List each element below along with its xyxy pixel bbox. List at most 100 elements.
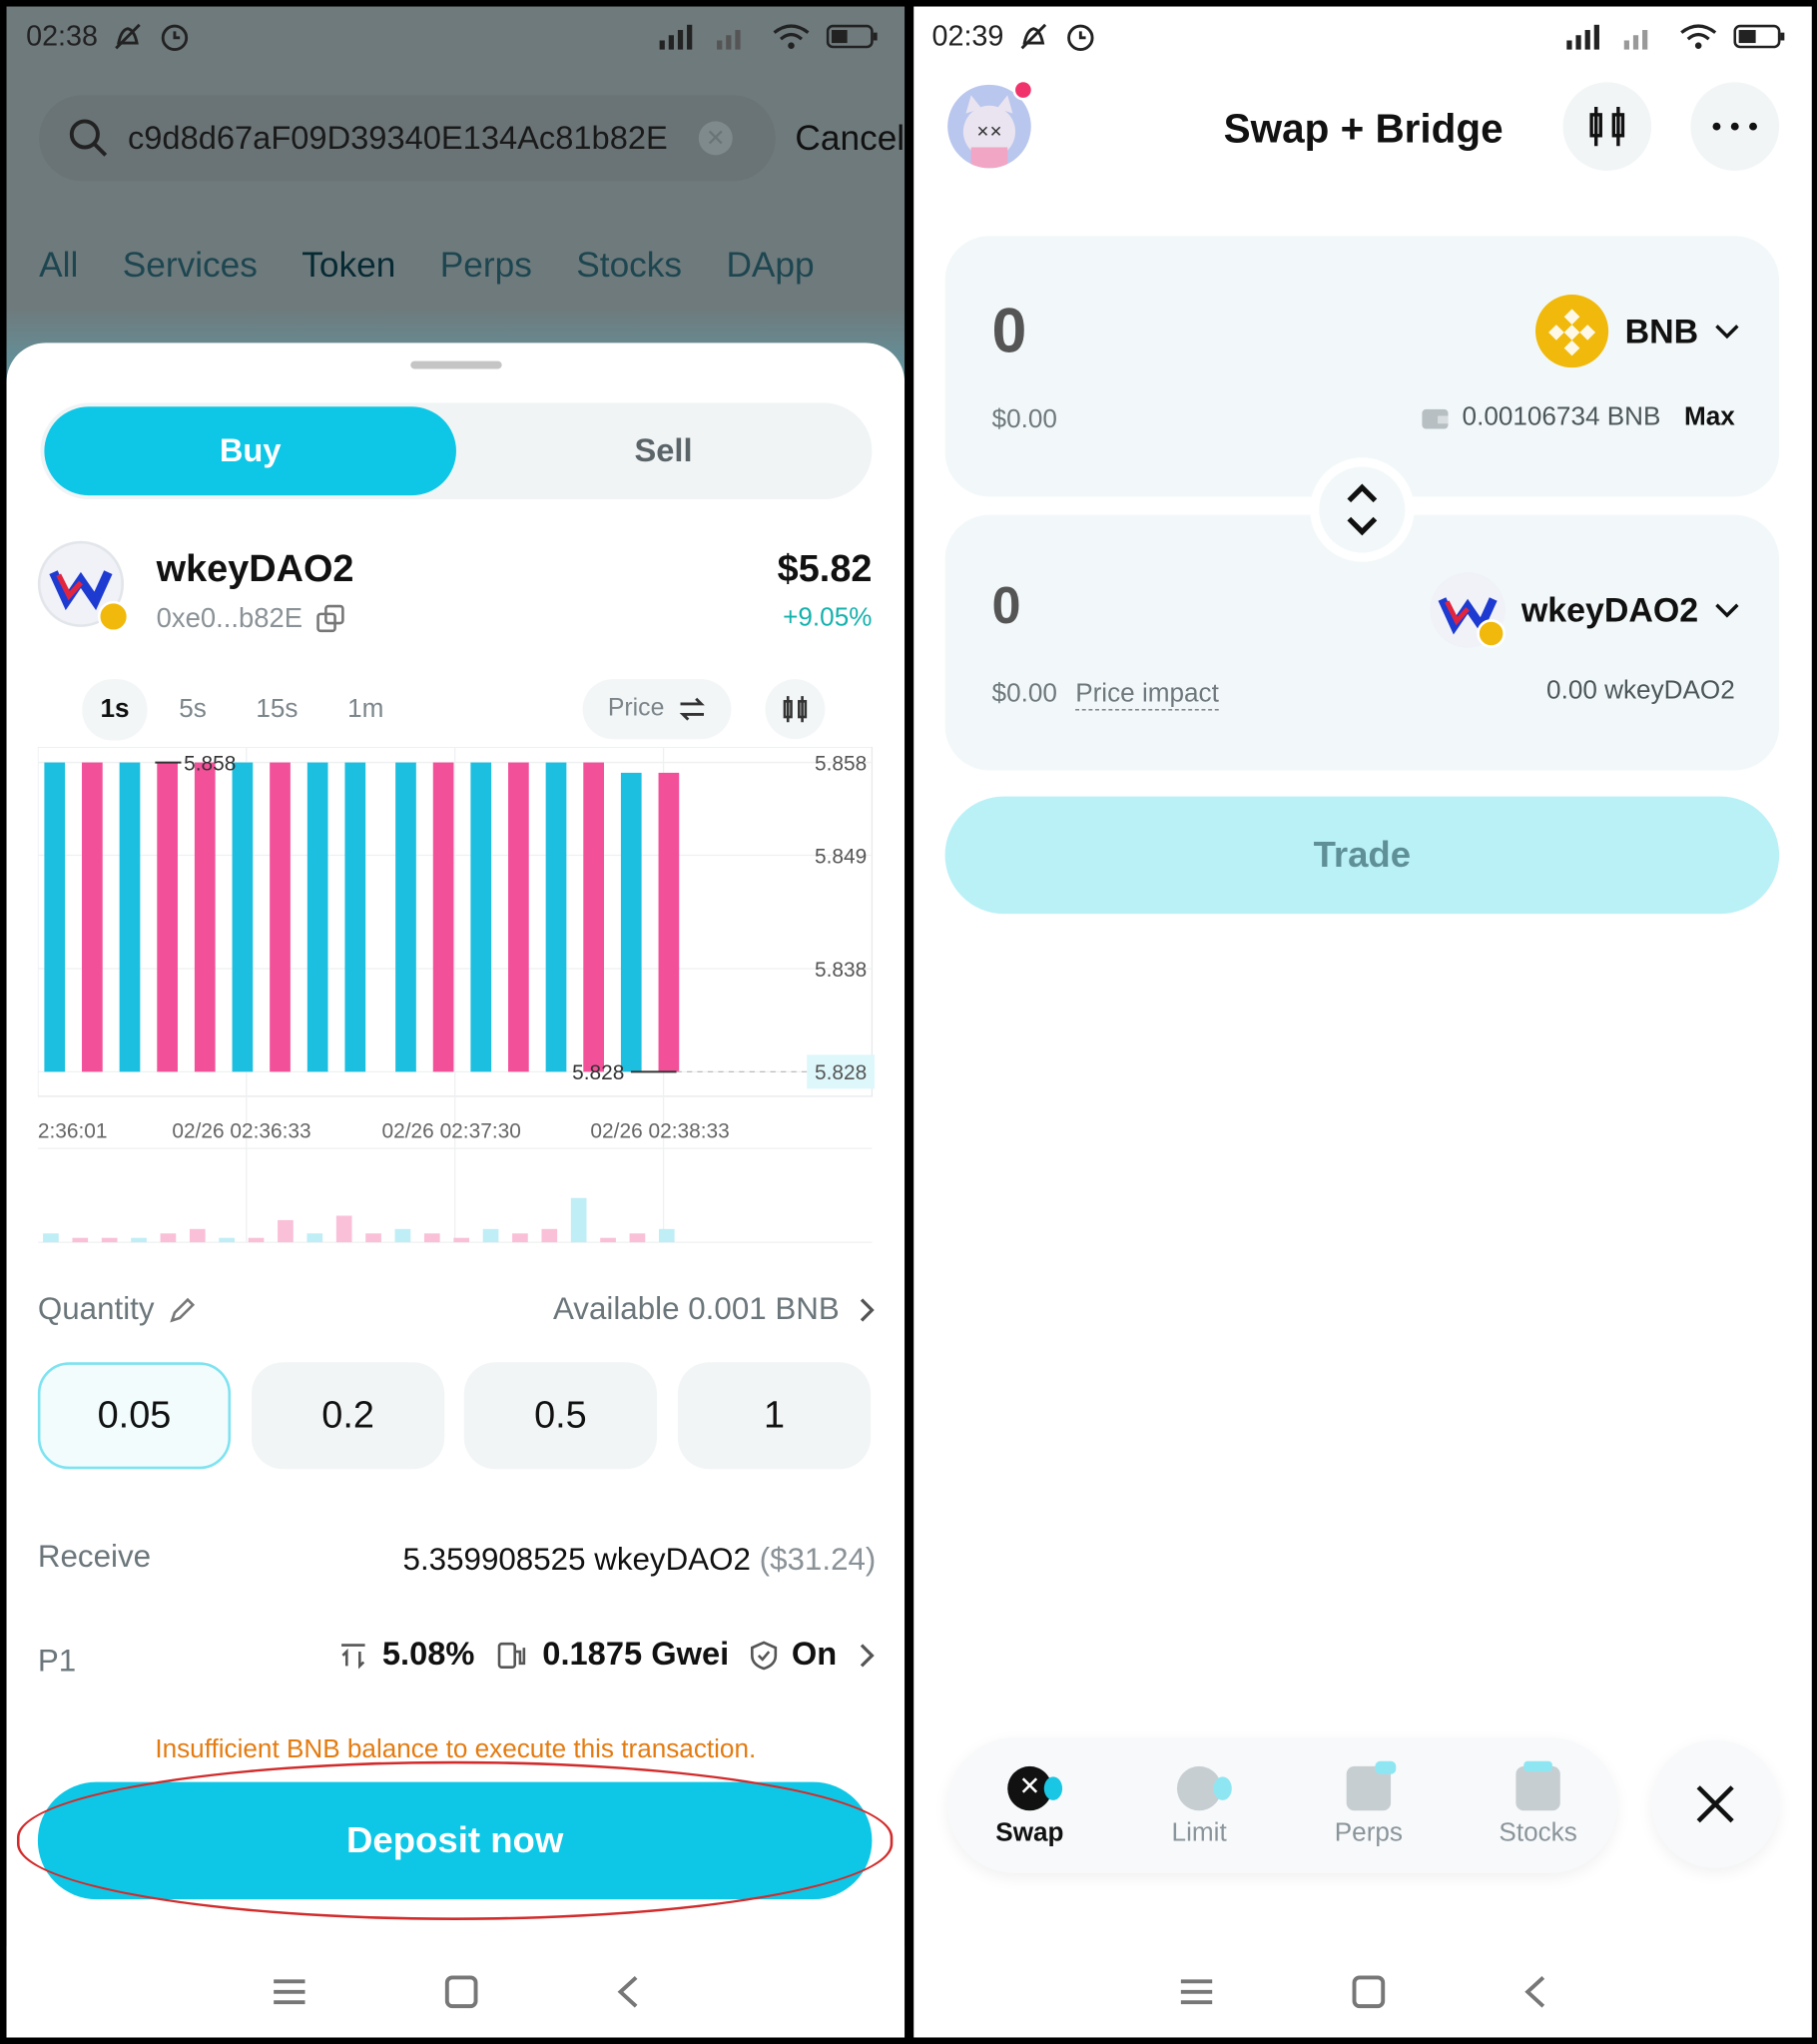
drag-handle[interactable] [410, 360, 502, 369]
dock-perps[interactable]: Perps [1297, 1760, 1441, 1848]
sell-tab[interactable]: Sell [457, 406, 870, 495]
copy-icon[interactable] [315, 603, 346, 634]
chevron-down-icon [1715, 603, 1739, 618]
back-icon[interactable] [613, 1973, 642, 2010]
trade-sheet: Buy Sell wkeyDAO2 0xe0...b82E $5.82 +9.0… [6, 342, 906, 2038]
quantity-label: Quantity [37, 1291, 155, 1327]
available-balance[interactable]: Available 0.001 BNB [553, 1292, 876, 1329]
home-icon[interactable] [1350, 1973, 1387, 2010]
x-tick-label: 2:36:01 [38, 1120, 108, 1143]
status-icons [1564, 22, 1786, 51]
candle [344, 762, 366, 1072]
swap-vertical-icon [1347, 483, 1378, 536]
chart-button[interactable] [1562, 82, 1652, 172]
candlestick-icon [1589, 107, 1625, 147]
volume-bar [278, 1219, 294, 1243]
candle [270, 762, 291, 1072]
perps-icon [1346, 1760, 1397, 1811]
quantity-preset-0.05[interactable]: 0.05 [37, 1362, 232, 1470]
signal-icon [1566, 24, 1599, 50]
volume-bar [189, 1228, 206, 1243]
dock-swap[interactable]: ✕ Swap [958, 1765, 1102, 1848]
quantity-preset-1[interactable]: 1 [677, 1362, 872, 1470]
candle [306, 762, 328, 1072]
from-amount-input[interactable]: 0 [992, 296, 1027, 367]
tab-all[interactable]: All [39, 245, 78, 285]
x-tick-label: 02/26 02:37:30 [382, 1120, 521, 1143]
dock-stocks-label: Stocks [1499, 1818, 1577, 1847]
close-icon [1696, 1785, 1734, 1823]
more-options-button[interactable] [1690, 82, 1780, 172]
alarm-icon [1067, 24, 1094, 52]
quantity-preset-0.5[interactable]: 0.5 [463, 1362, 658, 1470]
swap-icon: ✕ [1007, 1765, 1063, 1811]
volume-bar [219, 1237, 236, 1243]
mev-value: On [791, 1636, 838, 1673]
back-icon[interactable] [1520, 1973, 1549, 2010]
interval-1m[interactable]: 1m [329, 679, 402, 740]
home-icon[interactable] [442, 1973, 479, 2010]
tab-token[interactable]: Token [302, 245, 395, 285]
cancel-button[interactable]: Cancel [795, 119, 905, 159]
chevron-down-icon [1715, 325, 1739, 340]
highlight-annotation [16, 1760, 894, 1920]
receive-usd: ($31.24) [759, 1542, 877, 1578]
interval-1s[interactable]: 1s [82, 679, 148, 741]
close-dock-button[interactable] [1651, 1739, 1780, 1868]
candle [545, 762, 567, 1072]
price-chart[interactable]: 5.858 5.828 5.858 5.849 5.838 5.828 2:36:01 02/… [37, 747, 880, 1249]
to-token-selector[interactable]: wkeyDAO2 [1430, 572, 1740, 648]
p1-label: P1 [37, 1644, 77, 1680]
price-toggle[interactable]: Price [582, 679, 732, 740]
dock-limit[interactable]: Limit [1127, 1765, 1271, 1848]
mute-icon [1020, 23, 1047, 50]
status-bar: 02:38 [26, 20, 192, 54]
system-nav-bar [913, 1946, 1812, 2037]
gas-icon [497, 1642, 526, 1669]
tab-services[interactable]: Services [123, 245, 258, 285]
to-balance: 0.00 wkeyDAO2 [1546, 676, 1735, 706]
tab-dapp[interactable]: DApp [726, 245, 814, 285]
menu-icon[interactable] [270, 1975, 308, 2009]
token-change: +9.05% [783, 603, 873, 633]
candle [620, 772, 642, 1072]
dock-stocks[interactable]: Stocks [1467, 1760, 1610, 1848]
receive-value: 5.359908525 wkeyDAO2 ($31.24) [403, 1542, 877, 1579]
battery-icon [826, 24, 878, 49]
buy-sell-toggle: Buy Sell [40, 402, 873, 499]
p1-settings[interactable]: 5.08% 0.1875 Gwei On [337, 1636, 876, 1674]
receive-label: Receive [37, 1539, 152, 1576]
candle [583, 762, 604, 1072]
dock-limit-label: Limit [1171, 1818, 1227, 1847]
status-bar: 02:39 [931, 20, 1097, 54]
edit-icon[interactable] [168, 1294, 199, 1325]
interval-5s[interactable]: 5s [161, 679, 225, 740]
trade-button[interactable]: Trade [944, 796, 1780, 915]
token-logo [37, 540, 130, 633]
chevron-right-icon [860, 1298, 875, 1322]
y-tick-label: 5.858 [815, 752, 867, 775]
quantity-preset-0.2[interactable]: 0.2 [251, 1362, 445, 1470]
price-impact-link[interactable]: Price impact [1075, 679, 1219, 711]
menu-icon[interactable] [1176, 1975, 1215, 2009]
wifi-icon [1680, 24, 1717, 49]
max-button[interactable]: Max [1684, 402, 1735, 432]
tab-stocks[interactable]: Stocks [576, 245, 682, 285]
swap-arrows-icon [679, 697, 705, 721]
candle [44, 762, 66, 1072]
candle-settings-button[interactable] [765, 679, 826, 740]
signal-2-icon [717, 30, 741, 50]
price-toggle-label: Price [607, 694, 665, 723]
swap-direction-button[interactable] [1319, 466, 1406, 553]
interval-15s[interactable]: 15s [238, 679, 316, 740]
volume-bar [160, 1233, 177, 1243]
buy-tab[interactable]: Buy [44, 406, 456, 496]
from-token-selector[interactable]: BNB [1533, 294, 1740, 369]
clear-icon[interactable]: ✕ [698, 121, 733, 156]
from-usd: $0.00 [991, 405, 1057, 434]
status-icons [657, 22, 879, 51]
search-bar[interactable]: c9d8d67aF09D39340E134Ac81b82E ✕ [39, 95, 776, 182]
tab-perps[interactable]: Perps [440, 245, 532, 285]
candlestick-icon [783, 696, 808, 723]
search-input[interactable]: c9d8d67aF09D39340E134Ac81b82E [128, 119, 688, 157]
